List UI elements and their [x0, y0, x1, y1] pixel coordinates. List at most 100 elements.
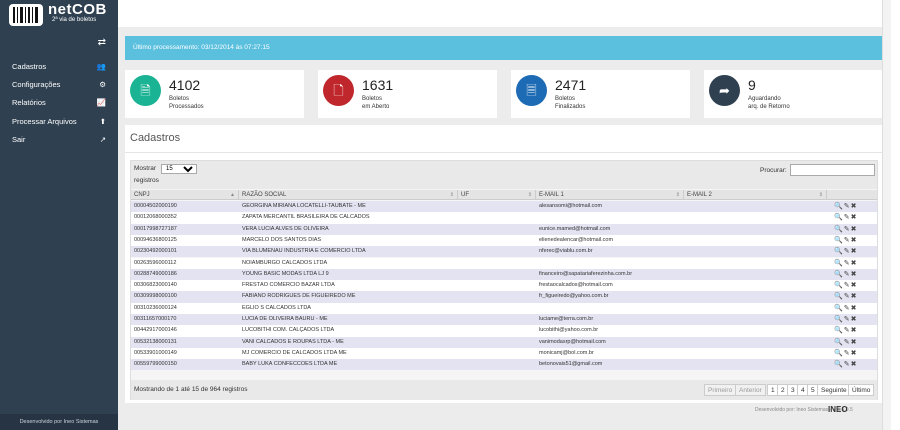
delete-icon[interactable]: ✖: [851, 350, 858, 357]
delete-icon[interactable]: ✖: [851, 237, 858, 244]
row-actions: 🔍✎✖: [834, 292, 857, 300]
table-cell: VANI CALCADOS E ROUPAS LTDA - ME: [242, 338, 344, 345]
edit-icon[interactable]: ✎: [844, 282, 851, 289]
table-row[interactable]: 00532138000131 VANI CALCADOS E ROUPAS LTD…: [131, 336, 877, 348]
edit-icon[interactable]: ✎: [844, 203, 851, 210]
delete-icon[interactable]: ✖: [851, 214, 858, 221]
view-icon[interactable]: 🔍: [834, 226, 844, 233]
view-icon[interactable]: 🔍: [834, 214, 844, 221]
table-cell: alesansomi@hotmail.com: [539, 203, 603, 209]
table-row[interactable]: 00263596000112 NOIAMBURGO CALCADOS LTDA 🔍✎…: [131, 257, 877, 269]
view-icon[interactable]: 🔍: [834, 271, 844, 278]
delete-icon[interactable]: ✖: [851, 339, 858, 346]
view-icon[interactable]: 🔍: [834, 248, 844, 255]
edit-icon[interactable]: ✎: [844, 350, 851, 357]
stat-card-processados[interactable]: 🗎 4102 Boletos Processados: [125, 70, 304, 118]
sidebar-item-relatorios[interactable]: Relatórios 📈: [0, 94, 118, 112]
edit-icon[interactable]: ✎: [844, 361, 851, 368]
row-actions: 🔍✎✖: [834, 315, 857, 323]
table-row[interactable]: 00094636800125 MARCELO DOS SANTOS DIAS eli…: [131, 234, 877, 247]
stat-card-em-aberto[interactable]: 🗋 1631 Boletos em Aberto: [318, 70, 497, 118]
delete-icon[interactable]: ✖: [851, 282, 858, 289]
stat-card-finalizados[interactable]: 🗏 2471 Boletos Finalizados: [511, 70, 690, 118]
table-cell: 00533901000149: [134, 349, 177, 356]
pagination-last[interactable]: Último: [848, 384, 875, 396]
edit-icon[interactable]: ✎: [844, 260, 851, 267]
table-row[interactable]: 00442917000146 LUCOBITHI COM. CALÇADOS LT…: [131, 325, 877, 337]
delete-icon[interactable]: ✖: [851, 271, 858, 278]
view-icon[interactable]: 🔍: [834, 350, 844, 357]
sidebar-item-cadastros[interactable]: Cadastros 👥: [0, 58, 118, 76]
view-icon[interactable]: 🔍: [834, 293, 844, 300]
edit-icon[interactable]: ✎: [844, 214, 851, 221]
sidebar-item-configuracoes[interactable]: Configurações ⚙: [0, 76, 118, 94]
pagination-previous[interactable]: Anterior: [735, 384, 766, 396]
view-icon[interactable]: 🔍: [834, 305, 844, 312]
sidebar-item-sair[interactable]: Sair ↗: [0, 131, 118, 149]
delete-icon[interactable]: ✖: [851, 203, 858, 210]
stat-value: 9: [748, 77, 756, 93]
view-icon[interactable]: 🔍: [834, 339, 844, 346]
edit-icon[interactable]: ✎: [844, 327, 851, 334]
delete-icon[interactable]: ✖: [851, 305, 858, 312]
app-logo[interactable]: netCOB 2ª via de boletos: [0, 0, 118, 30]
edit-icon[interactable]: ✎: [844, 293, 851, 300]
cadastros-table: Mostrar 15 registros Procurar: CNPJ ▲ RAZ…: [130, 160, 878, 400]
table-row[interactable]: 00288749000186 YOUNG BASIC MODAS LTDA LJ …: [131, 268, 877, 281]
stat-label: Boletos: [555, 96, 576, 102]
table-row[interactable]: 00309998000100 FABIANO RODRIGUES DE FIGUE…: [131, 291, 877, 303]
view-icon[interactable]: 🔍: [834, 282, 844, 289]
edit-icon[interactable]: ✎: [844, 271, 851, 278]
sort-icon: ⇕: [675, 192, 680, 198]
sidebar-item-processar-arquivos[interactable]: Processar Arquivos ⬆: [0, 113, 118, 131]
stat-card-aguardando-retorno[interactable]: ➦ 9 Aguardando arq. de Retorno: [704, 70, 883, 118]
stat-value: 4102: [169, 77, 201, 93]
delete-icon[interactable]: ✖: [851, 361, 858, 368]
show-label: Mostrar: [134, 165, 157, 172]
table-row[interactable]: 00306823000140 FRESTÃO COMERCIO BAZAR LTD…: [131, 280, 877, 292]
table-row[interactable]: 00533901000149 MJ COMERCIO DE CALCADOS LT…: [131, 347, 877, 360]
table-row[interactable]: 00012068000352 ZAPATA MERCANTIL BRASILEIR…: [131, 212, 877, 224]
table-cell: BABY LUKA CONFECCOES LTDA ME: [242, 361, 338, 368]
edit-icon[interactable]: ✎: [844, 237, 851, 244]
table-row[interactable]: 00017998727187 VERA LÚCIA ALVES DE OLIVEI…: [131, 223, 877, 235]
edit-icon[interactable]: ✎: [844, 305, 851, 312]
column-header-cnpj[interactable]: CNPJ ▲: [131, 190, 239, 200]
toggle-menu-icon[interactable]: ⇄: [98, 37, 106, 48]
table-cell: YOUNG BASIC MODAS LTDA LJ 9: [242, 270, 329, 277]
table-row[interactable]: 00004502000190 GEORGINA MIRIANA LOCATELLI…: [131, 201, 877, 213]
row-actions: 🔍✎✖: [834, 360, 857, 368]
pagination-first[interactable]: Primeiro: [704, 384, 737, 396]
view-icon[interactable]: 🔍: [834, 316, 844, 323]
pagination-next[interactable]: Seguinte: [817, 384, 851, 396]
table-row[interactable]: 00230492000101 VIA BLUMENAU INDUSTRIA E C…: [131, 246, 877, 258]
view-icon[interactable]: 🔍: [834, 203, 844, 210]
table-row[interactable]: 00311657000170 LUCIA DE OLIVEIRA BAURU - …: [131, 314, 877, 326]
view-icon[interactable]: 🔍: [834, 260, 844, 267]
edit-icon[interactable]: ✎: [844, 226, 851, 233]
column-header-email-1[interactable]: E-MAIL 1 ⇕: [536, 190, 684, 200]
delete-icon[interactable]: ✖: [851, 226, 858, 233]
column-header-uf[interactable]: UF ⇕: [458, 190, 536, 200]
scrollbar[interactable]: [882, 0, 891, 430]
view-icon[interactable]: 🔍: [834, 361, 844, 368]
table-cell: 00310236000124: [134, 304, 177, 311]
delete-icon[interactable]: ✖: [851, 316, 858, 323]
table-row[interactable]: 00310236000124 EGLIO S CALCADOS LTDA 🔍✎✖: [131, 302, 877, 314]
search-input[interactable]: [790, 164, 875, 176]
page-size-select[interactable]: 15: [161, 164, 197, 174]
delete-icon[interactable]: ✖: [851, 248, 858, 255]
view-icon[interactable]: 🔍: [834, 237, 844, 244]
delete-icon[interactable]: ✖: [851, 327, 858, 334]
edit-icon[interactable]: ✎: [844, 339, 851, 346]
edit-icon[interactable]: ✎: [844, 316, 851, 323]
delete-icon[interactable]: ✖: [851, 260, 858, 267]
table-cell: monicamj@bol.com.br: [539, 349, 594, 356]
table-cell: elienedealencar@hotmail.com: [539, 236, 614, 243]
column-header-razao-social[interactable]: RAZÃO SOCIAL ⇕: [239, 190, 458, 200]
view-icon[interactable]: 🔍: [834, 327, 844, 334]
column-header-email-2[interactable]: E-MAIL 2 ⇕: [684, 190, 827, 200]
delete-icon[interactable]: ✖: [851, 293, 858, 300]
table-row[interactable]: 00559799000150 BABY LUKA CONFECCOES LTDA …: [131, 359, 877, 371]
edit-icon[interactable]: ✎: [844, 248, 851, 255]
